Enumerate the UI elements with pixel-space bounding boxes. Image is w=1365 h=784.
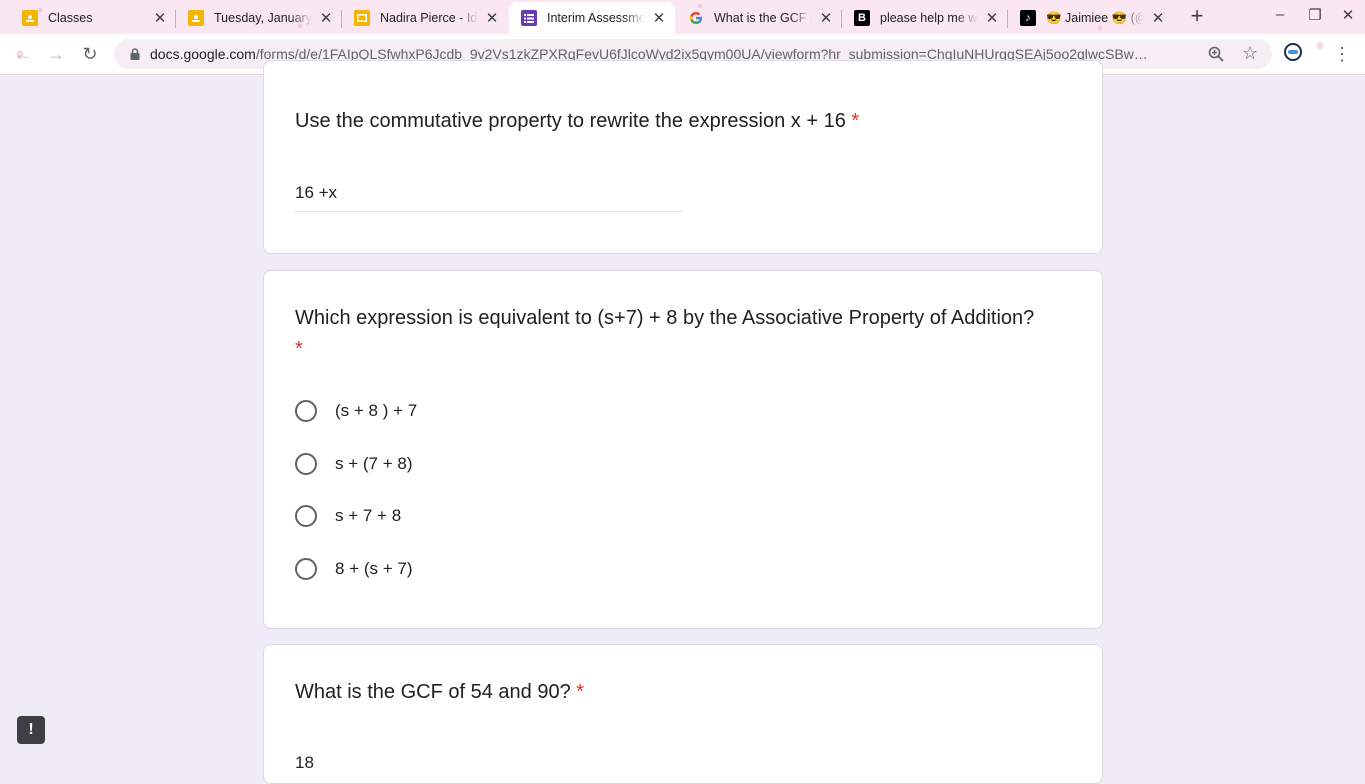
url-host: docs.google.com [150, 46, 256, 62]
minimize-button[interactable]: – [1268, 6, 1292, 23]
radio-option[interactable]: s + (7 + 8) [295, 453, 412, 475]
question-title: What is the GCF of 54 and 90? * [295, 677, 1035, 708]
google-classroom-icon [188, 10, 204, 26]
radio-button[interactable] [295, 400, 317, 422]
tiktok-icon: ♪ [1020, 10, 1036, 26]
radio-button[interactable] [295, 505, 317, 527]
question-card-commutative: Use the commutative property to rewrite … [263, 60, 1103, 254]
close-icon[interactable]: ✕ [484, 9, 500, 27]
question-text: Use the commutative property to rewrite … [295, 110, 846, 132]
report-problem-button[interactable]: ! [17, 716, 45, 744]
tab-tiktok[interactable]: ♪ 😎 Jaimiee 😎 (@ ✕ [1008, 2, 1174, 34]
google-slides-icon [354, 10, 370, 26]
question-title: Use the commutative property to rewrite … [295, 106, 1035, 137]
radio-option[interactable]: (s + 8 ) + 7 [295, 400, 417, 422]
tab-title: please help me w [880, 11, 978, 25]
close-icon[interactable]: ✕ [984, 9, 1000, 27]
forward-arrow-icon[interactable]: → [45, 43, 67, 65]
tab-title: Nadira Pierce - Idi [380, 11, 478, 25]
tab-title: 😎 Jaimiee 😎 (@ [1046, 10, 1144, 25]
tab-tuesday-january[interactable]: Tuesday, January ✕ [176, 2, 342, 34]
question-card-associative: Which expression is equivalent to (s+7) … [263, 270, 1103, 629]
tab-nadira-pierce[interactable]: Nadira Pierce - Idi ✕ [342, 2, 508, 34]
tab-title: What is the GCF o [714, 11, 812, 25]
google-icon [688, 10, 704, 26]
google-classroom-icon [22, 10, 38, 26]
radio-option[interactable]: s + 7 + 8 [295, 505, 401, 527]
close-icon[interactable]: ✕ [152, 9, 168, 27]
tab-brainly[interactable]: B please help me w ✕ [842, 2, 1008, 34]
question-text: What is the GCF of 54 and 90? [295, 681, 571, 703]
option-label: s + (7 + 8) [335, 454, 413, 473]
tab-google-search-gcf[interactable]: What is the GCF o ✕ [676, 2, 842, 34]
tab-title: Classes [48, 11, 93, 25]
tab-interim-assessment[interactable]: Interim Assessme ✕ [509, 2, 675, 34]
maximize-button[interactable]: ❐ [1303, 6, 1327, 24]
back-arrow-icon[interactable]: ← [12, 43, 34, 65]
radio-button[interactable] [295, 453, 317, 475]
close-icon[interactable]: ✕ [651, 9, 667, 27]
required-asterisk: * [295, 338, 303, 360]
option-label: (s + 8 ) + 7 [335, 401, 418, 420]
radio-option[interactable]: 8 + (s + 7) [295, 558, 412, 580]
reload-icon[interactable]: ↻ [79, 43, 101, 65]
tab-title: Tuesday, January [214, 11, 312, 25]
required-asterisk: * [851, 110, 860, 132]
close-icon[interactable]: ✕ [1150, 9, 1166, 27]
tab-title: Interim Assessme [547, 11, 645, 25]
question-title: Which expression is equivalent to (s+7) … [295, 303, 1035, 365]
tab-classes[interactable]: Classes ✕ [10, 2, 176, 34]
option-label: 8 + (s + 7) [335, 559, 413, 578]
radio-button[interactable] [295, 558, 317, 580]
zoom-icon[interactable] [1208, 46, 1224, 66]
required-asterisk: * [576, 681, 585, 703]
close-window-button[interactable]: ✕ [1336, 6, 1360, 24]
profile-avatar-icon[interactable] [1284, 43, 1302, 61]
short-answer-input[interactable]: 16 +x [295, 183, 337, 203]
question-text: Which expression is equivalent to (s+7) … [295, 307, 1035, 329]
lock-icon [126, 48, 144, 60]
close-icon[interactable]: ✕ [318, 9, 334, 27]
option-label: s + 7 + 8 [335, 506, 402, 525]
new-tab-button[interactable]: + [1183, 5, 1211, 29]
more-options-icon[interactable]: ⋮ [1333, 44, 1351, 65]
tab-strip: Classes ✕ Tuesday, January ✕ Nadira Pier… [0, 0, 1365, 34]
short-answer-input[interactable]: 18 [295, 753, 314, 773]
close-icon[interactable]: ✕ [818, 9, 834, 27]
bookmark-star-icon[interactable]: ☆ [1242, 43, 1258, 64]
question-card-gcf: What is the GCF of 54 and 90? * 18 [263, 644, 1103, 784]
brainly-icon: B [854, 10, 870, 26]
google-forms-icon [521, 10, 537, 26]
answer-underline [295, 211, 683, 212]
